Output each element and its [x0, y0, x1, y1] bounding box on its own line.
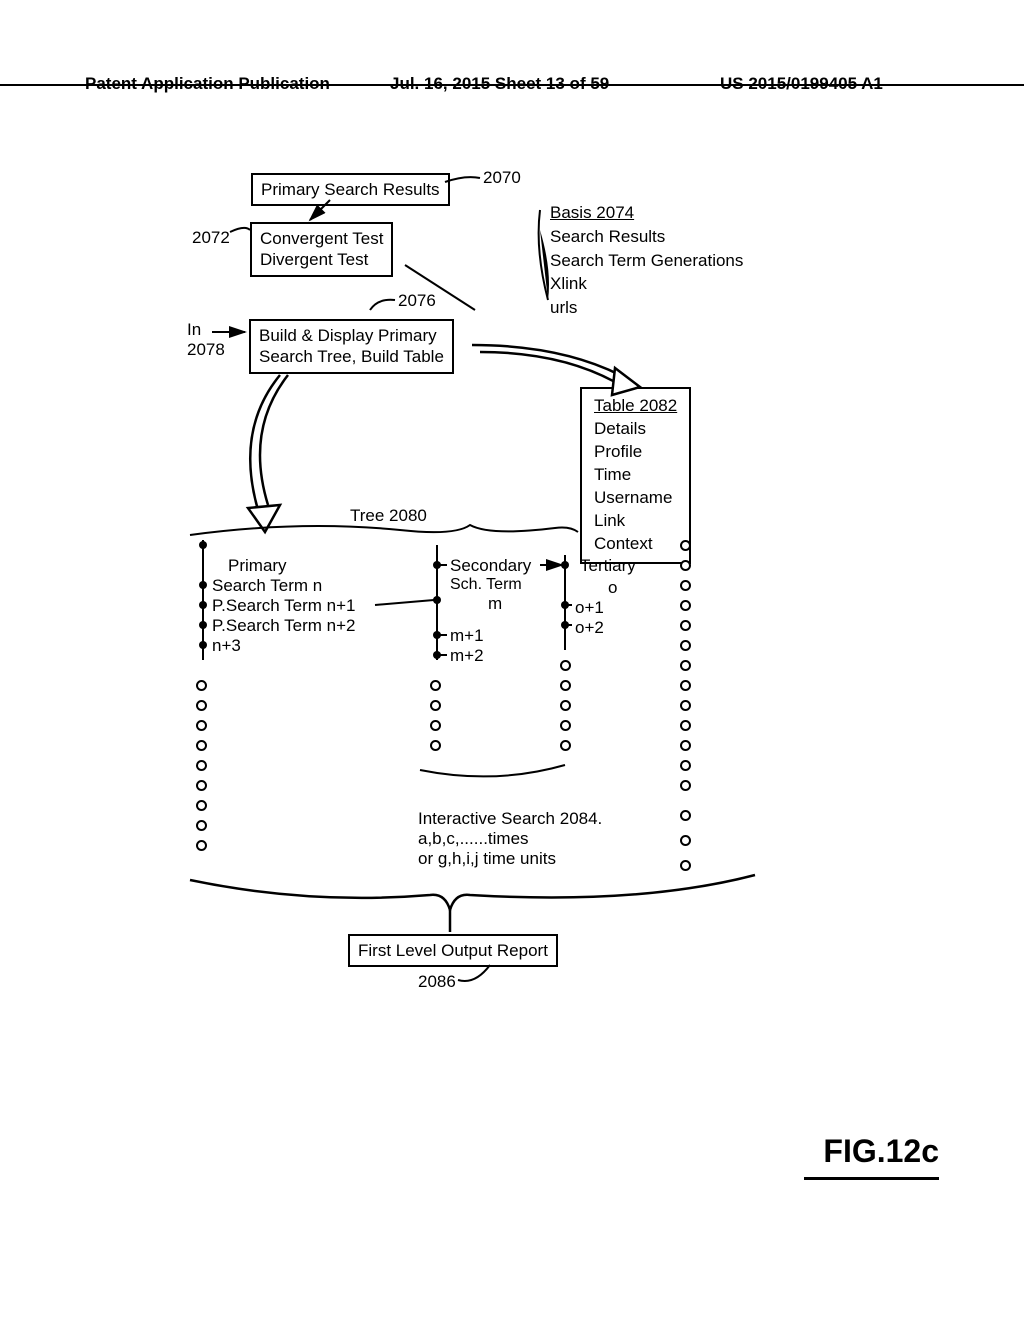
- dot: [680, 700, 691, 711]
- box2076-line1: Build & Display Primary: [259, 325, 444, 346]
- dot: [680, 740, 691, 751]
- tree-tertiary-2: o: [608, 578, 617, 598]
- figure-rule: [804, 1177, 939, 1180]
- dot: [430, 700, 441, 711]
- tree-label: Tree 2080: [350, 506, 427, 526]
- dot: [430, 740, 441, 751]
- dot: [430, 680, 441, 691]
- in-2078: In 2078: [187, 320, 225, 360]
- basis-title: Basis 2074: [550, 201, 743, 225]
- dot: [560, 720, 571, 731]
- tree-tertiary-3: o+1: [575, 598, 604, 618]
- dot: [196, 720, 207, 731]
- table-l4: Username: [594, 487, 677, 510]
- table-l5: Link: [594, 510, 677, 533]
- tree-secondary-3: m: [488, 594, 502, 614]
- dot: [680, 860, 691, 871]
- ref-2070: 2070: [483, 168, 521, 188]
- header-publication: Patent Application Publication: [85, 74, 330, 94]
- basis-l1: Search Results: [550, 225, 743, 249]
- dot: [680, 835, 691, 846]
- dot: [680, 760, 691, 771]
- table-l6: Context: [594, 533, 677, 556]
- in-2078-l1: In: [187, 320, 225, 340]
- interactive-l3: or g,h,i,j time units: [418, 849, 602, 869]
- tree-primary-5: n+3: [212, 636, 241, 656]
- ref-2076: 2076: [398, 291, 436, 311]
- dot: [560, 660, 571, 671]
- page-header: Patent Application Publication Jul. 16, …: [0, 78, 1024, 86]
- dot: [196, 740, 207, 751]
- dot: [196, 680, 207, 691]
- tree-secondary-1: Secondary: [450, 556, 531, 576]
- box2072-line2: Divergent Test: [260, 249, 383, 270]
- connector-overlay: [0, 0, 1024, 1320]
- dot: [680, 620, 691, 631]
- in-2078-l2: 2078: [187, 340, 225, 360]
- box-build-display: Build & Display Primary Search Tree, Bui…: [249, 319, 454, 374]
- interactive-l2: a,b,c,......times: [418, 829, 602, 849]
- dot: [560, 700, 571, 711]
- tree-primary-1: Primary: [228, 556, 287, 576]
- dot: [680, 780, 691, 791]
- dot: [560, 740, 571, 751]
- figure-label: FIG.12c: [823, 1133, 939, 1170]
- interactive-search: Interactive Search 2084. a,b,c,......tim…: [418, 809, 602, 869]
- basis-l4: urls: [550, 296, 743, 320]
- header-date-sheet: Jul. 16, 2015 Sheet 13 of 59: [390, 74, 609, 94]
- dot: [680, 560, 691, 571]
- table-title: Table 2082: [594, 395, 677, 418]
- dot: [680, 600, 691, 611]
- dot: [196, 800, 207, 811]
- dot: [680, 580, 691, 591]
- tree-primary-3: P.Search Term n+1: [212, 596, 356, 616]
- table-l2: Profile: [594, 441, 677, 464]
- tree-secondary-4: m+1: [450, 626, 484, 646]
- dot: [680, 660, 691, 671]
- box2076-line2: Search Tree, Build Table: [259, 346, 444, 367]
- dot: [680, 640, 691, 651]
- dot: [680, 720, 691, 731]
- dot: [196, 700, 207, 711]
- tree-secondary-5: m+2: [450, 646, 484, 666]
- dot: [196, 780, 207, 791]
- tree-primary-4: P.Search Term n+2: [212, 616, 356, 636]
- table-l1: Details: [594, 418, 677, 441]
- box-convergent-divergent-test: Convergent Test Divergent Test: [250, 222, 393, 277]
- dot: [560, 680, 571, 691]
- dot: [196, 840, 207, 851]
- basis-block: Basis 2074 Search Results Search Term Ge…: [550, 201, 743, 320]
- header-pub-number: US 2015/0199405 A1: [720, 74, 883, 94]
- basis-l3: Xlink: [550, 272, 743, 296]
- dot: [430, 720, 441, 731]
- tree-tertiary-1: Tertiary: [580, 556, 636, 576]
- dot: [196, 820, 207, 831]
- interactive-l1: Interactive Search 2084.: [418, 809, 602, 829]
- box2072-line1: Convergent Test: [260, 228, 383, 249]
- box-primary-search-results: Primary Search Results: [251, 173, 450, 206]
- dot: [680, 540, 691, 551]
- dot: [680, 810, 691, 821]
- basis-l2: Search Term Generations: [550, 249, 743, 273]
- tree-tertiary-4: o+2: [575, 618, 604, 638]
- ref-2072: 2072: [192, 228, 230, 248]
- dot: [196, 760, 207, 771]
- box-first-level-output: First Level Output Report: [348, 934, 558, 967]
- tree-secondary-2: Sch. Term: [450, 576, 522, 594]
- tree-primary-2: Search Term n: [212, 576, 322, 596]
- dot: [680, 680, 691, 691]
- ref-2086: 2086: [418, 972, 456, 992]
- table-2082: Table 2082 Details Profile Time Username…: [580, 387, 691, 564]
- table-l3: Time: [594, 464, 677, 487]
